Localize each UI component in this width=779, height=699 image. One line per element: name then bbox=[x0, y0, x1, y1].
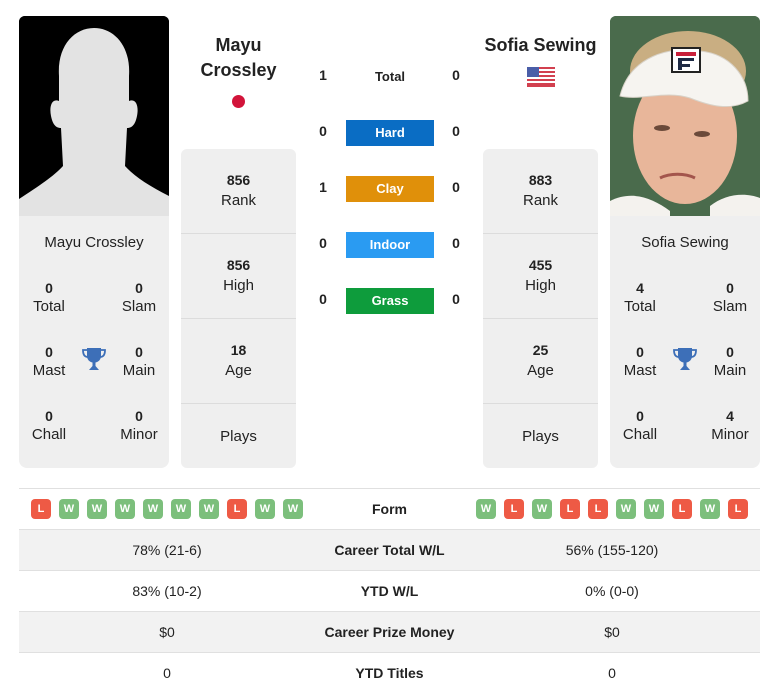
player2-value: 0% (0-0) bbox=[585, 583, 639, 599]
h2h-hard-p2: 0 bbox=[452, 123, 460, 139]
h2h-total-label: Total bbox=[374, 69, 406, 84]
h2h-clay-p1: 1 bbox=[319, 179, 327, 195]
h2h-clay-p2: 0 bbox=[452, 179, 460, 195]
form-win-badge[interactable]: W bbox=[171, 499, 191, 519]
trophy-icon bbox=[673, 348, 697, 370]
player1-form: LWWWWWWLWW bbox=[19, 499, 315, 519]
h2h-total-p2: 0 bbox=[452, 67, 460, 83]
form-win-badge[interactable]: W bbox=[59, 499, 79, 519]
player1-card-name: Mayu Crossley bbox=[44, 234, 144, 251]
player2-main-titles: 0 Main bbox=[713, 344, 747, 379]
player2-name-link[interactable]: Sofia Sewing bbox=[474, 33, 607, 58]
player1-value: 83% (10-2) bbox=[132, 583, 202, 599]
h2h-indoor-p1: 0 bbox=[319, 235, 327, 251]
h2h-grass-p1: 0 bbox=[319, 291, 327, 307]
player1-slam-titles: 0 Slam bbox=[121, 280, 157, 315]
comparison-table: LWWWWWWLWW Form WLWLLWWLWL 78% (21-6) Ca… bbox=[19, 488, 760, 693]
player1-mast-titles: 0 Mast bbox=[32, 344, 66, 379]
form-loss-badge[interactable]: L bbox=[672, 499, 692, 519]
table-row: 0 YTD Titles 0 bbox=[19, 652, 760, 693]
player1-rank: 856 Rank bbox=[181, 149, 296, 234]
row-label: YTD W/L bbox=[360, 583, 419, 599]
player1-main-titles: 0 Main bbox=[122, 344, 156, 379]
form-loss-badge[interactable]: L bbox=[227, 499, 247, 519]
surface-grass-button[interactable]: Grass bbox=[346, 288, 434, 314]
player1-age: 18 Age bbox=[181, 319, 296, 404]
form-win-badge[interactable]: W bbox=[644, 499, 664, 519]
form-win-badge[interactable]: W bbox=[87, 499, 107, 519]
form-loss-badge[interactable]: L bbox=[504, 499, 524, 519]
form-win-badge[interactable]: W bbox=[700, 499, 720, 519]
row-label: Career Total W/L bbox=[334, 542, 445, 558]
player2-chall-titles: 0 Chall bbox=[622, 408, 658, 443]
player2-plays: Plays bbox=[522, 427, 559, 445]
form-win-badge[interactable]: W bbox=[115, 499, 135, 519]
player1-name-link[interactable]: Mayu Crossley bbox=[181, 33, 296, 83]
form-win-badge[interactable]: W bbox=[283, 499, 303, 519]
table-row: 83% (10-2) YTD W/L 0% (0-0) bbox=[19, 570, 760, 611]
h2h-indoor-p2: 0 bbox=[452, 235, 460, 251]
player2-high: 455 High bbox=[483, 234, 598, 319]
player2-value: 0 bbox=[608, 665, 616, 681]
player1-plays: Plays bbox=[220, 427, 257, 445]
player1-value: 78% (21-6) bbox=[132, 542, 202, 558]
table-row: $0 Career Prize Money $0 bbox=[19, 611, 760, 652]
player2-card-name: Sofia Sewing bbox=[641, 234, 729, 251]
usa-flag-icon bbox=[527, 67, 555, 87]
player2-titles-card: Sofia Sewing 4 Total 0 Slam 0 Mast 0 Mai… bbox=[610, 216, 760, 468]
player1-rank-panel: 856 Rank 856 High 18 Age Plays bbox=[181, 149, 296, 468]
player1-value: 0 bbox=[163, 665, 171, 681]
player-portrait-icon bbox=[610, 16, 760, 216]
player2-value: $0 bbox=[604, 624, 620, 640]
form-win-badge[interactable]: W bbox=[476, 499, 496, 519]
trophy-icon bbox=[82, 348, 106, 370]
player2-photo bbox=[610, 16, 760, 216]
japan-flag-icon bbox=[232, 95, 245, 108]
surface-hard-button[interactable]: Hard bbox=[346, 120, 434, 146]
player2-total-titles: 4 Total bbox=[624, 280, 656, 315]
form-win-badge[interactable]: W bbox=[199, 499, 219, 519]
player2-rank-panel: 883 Rank 455 High 25 Age Plays bbox=[483, 149, 598, 468]
form-label: Form bbox=[372, 501, 407, 517]
table-row: 78% (21-6) Career Total W/L 56% (155-120… bbox=[19, 529, 760, 570]
h2h-grass-p2: 0 bbox=[452, 291, 460, 307]
h2h-hard-p1: 0 bbox=[319, 123, 327, 139]
player1-total-titles: 0 Total bbox=[33, 280, 65, 315]
player2-minor-titles: 4 Minor bbox=[711, 408, 749, 443]
player1-value: $0 bbox=[159, 624, 175, 640]
h2h-total-p1: 1 bbox=[319, 67, 327, 83]
form-win-badge[interactable]: W bbox=[532, 499, 552, 519]
player2-age: 25 Age bbox=[483, 319, 598, 404]
form-win-badge[interactable]: W bbox=[143, 499, 163, 519]
player2-rank: 883 Rank bbox=[483, 149, 598, 234]
form-row: LWWWWWWLWW Form WLWLLWWLWL bbox=[19, 488, 760, 529]
surface-clay-button[interactable]: Clay bbox=[346, 176, 434, 202]
surface-indoor-button[interactable]: Indoor bbox=[346, 232, 434, 258]
player2-slam-titles: 0 Slam bbox=[712, 280, 748, 315]
player1-photo bbox=[19, 16, 169, 216]
silhouette-icon bbox=[19, 16, 169, 216]
row-label: YTD Titles bbox=[355, 665, 424, 681]
form-loss-badge[interactable]: L bbox=[728, 499, 748, 519]
player2-mast-titles: 0 Mast bbox=[623, 344, 657, 379]
player1-high: 856 High bbox=[181, 234, 296, 319]
player1-minor-titles: 0 Minor bbox=[120, 408, 158, 443]
form-win-badge[interactable]: W bbox=[255, 499, 275, 519]
player1-chall-titles: 0 Chall bbox=[31, 408, 67, 443]
form-loss-badge[interactable]: L bbox=[588, 499, 608, 519]
form-loss-badge[interactable]: L bbox=[560, 499, 580, 519]
form-win-badge[interactable]: W bbox=[616, 499, 636, 519]
form-loss-badge[interactable]: L bbox=[31, 499, 51, 519]
player1-titles-card: Mayu Crossley 0 Total 0 Slam 0 Mast 0 Ma… bbox=[19, 216, 169, 468]
player2-value: 56% (155-120) bbox=[565, 542, 659, 558]
player2-form: WLWLLWWLWL bbox=[464, 499, 760, 519]
row-label: Career Prize Money bbox=[324, 624, 455, 640]
